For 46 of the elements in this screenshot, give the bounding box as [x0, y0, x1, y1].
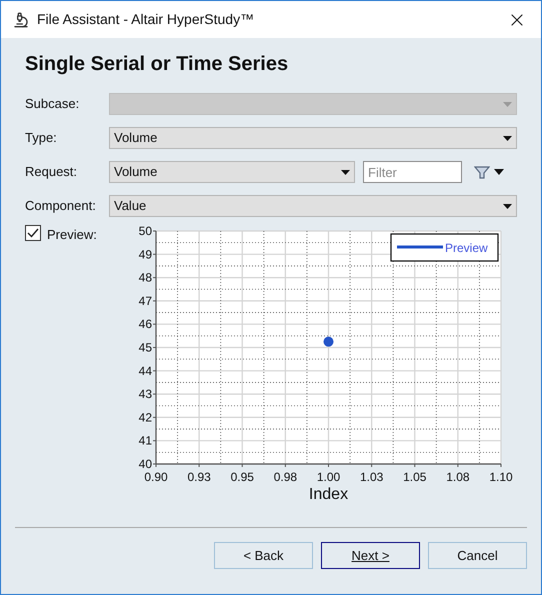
dropdown-caret-icon: [503, 102, 512, 106]
y-tick-label: 44: [138, 364, 152, 378]
y-tick-label: 42: [138, 410, 152, 424]
microscope-icon: [13, 12, 29, 28]
window-title: File Assistant - Altair HyperStudy™: [37, 10, 256, 29]
dropdown-caret-icon: [503, 204, 512, 208]
y-tick-label: 50: [138, 225, 152, 238]
y-tick-label: 40: [138, 457, 152, 471]
dropdown-field[interactable]: Value: [109, 195, 517, 217]
field-label: Request:: [25, 163, 78, 182]
y-tick-label: 46: [138, 317, 152, 332]
x-tick-label: 1.03: [360, 470, 384, 484]
field-label: Type:: [25, 129, 58, 148]
legend-label: Preview: [445, 241, 488, 255]
dropdown-caret-icon: [341, 170, 350, 174]
dialog-button[interactable]: Cancel: [428, 542, 527, 569]
preview-checkbox[interactable]: Preview:: [25, 225, 111, 243]
x-axis-title: Index: [308, 486, 348, 503]
y-tick-label: 48: [138, 270, 152, 285]
x-tick-label: 0.90: [144, 470, 168, 484]
x-tick-label: 0.98: [274, 470, 298, 484]
filter-field[interactable]: Filter: [363, 161, 462, 183]
x-tick-label: 1.10: [489, 470, 513, 484]
dialog-button[interactable]: Next >: [321, 542, 420, 569]
field-label: Component:: [25, 197, 97, 216]
x-tick-label: 1.05: [403, 470, 426, 484]
y-tick-label: 45: [138, 340, 152, 354]
dropdown-caret-icon: [503, 136, 512, 140]
dropdown-field[interactable]: Volume: [109, 127, 517, 149]
x-tick-label: 0.95: [230, 470, 254, 484]
y-tick-label: 47: [138, 294, 152, 308]
x-tick-label: 1.08: [446, 470, 470, 484]
x-tick-label: 0.93: [187, 470, 211, 484]
legend: Preview: [390, 233, 499, 262]
y-tick-label: 43: [138, 387, 152, 402]
dropdown-field[interactable]: Volume: [109, 161, 355, 183]
check-icon: [27, 228, 39, 238]
y-tick-label: 41: [138, 434, 152, 448]
field-label: Subcase:: [25, 95, 80, 114]
data-point: [324, 336, 334, 347]
x-tick-label: 1.00: [316, 470, 340, 484]
dialog-button[interactable]: < Back: [214, 542, 313, 569]
caret-icon: [494, 169, 504, 175]
y-tick-label: 49: [138, 247, 152, 262]
funnel-icon: [474, 166, 490, 178]
page-heading: Single Serial or Time Series: [25, 52, 290, 76]
